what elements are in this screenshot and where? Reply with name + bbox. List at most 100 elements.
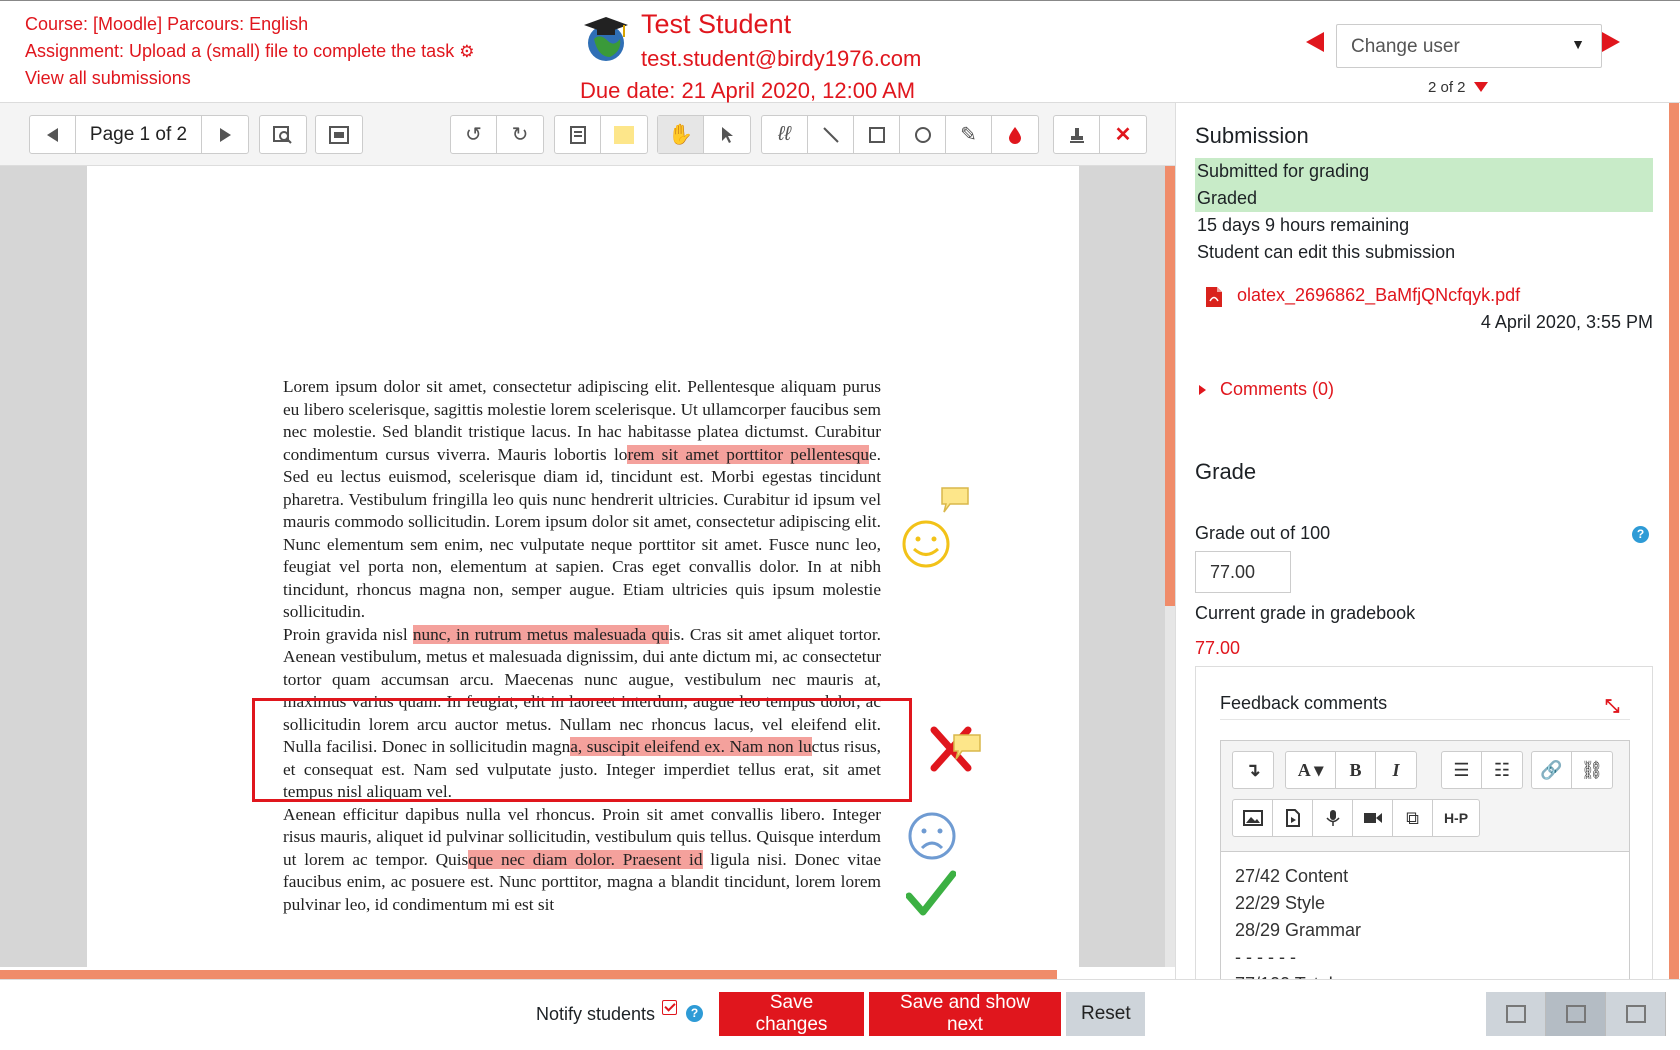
save-changes-button[interactable]: Save changes bbox=[719, 992, 864, 1036]
record-audio-button[interactable] bbox=[1313, 800, 1353, 836]
annotation-toolbar: Page 1 of 2 ↺ ↻ ✋ ℓℓ ✎ ✕ bbox=[0, 103, 1175, 166]
stamp-picker-button[interactable]: ✕ bbox=[1100, 116, 1146, 153]
unlink-button[interactable]: ⛓ bbox=[1572, 752, 1612, 788]
next-page-button[interactable] bbox=[202, 116, 248, 153]
expand-comments-button[interactable] bbox=[316, 116, 362, 153]
assignment-link[interactable]: Assignment: Upload a (small) file to com… bbox=[25, 41, 474, 61]
rotate-group: ↺ ↻ bbox=[450, 115, 544, 154]
layout-toggle bbox=[1486, 992, 1666, 1036]
tick-stamp-icon[interactable] bbox=[906, 870, 956, 918]
collapse-grade-panel-button[interactable] bbox=[1486, 992, 1546, 1036]
stamp-button[interactable] bbox=[1054, 116, 1100, 153]
fullscreen-icon[interactable]: ⤡ bbox=[1605, 696, 1619, 717]
oval-button[interactable] bbox=[900, 116, 946, 153]
course-link[interactable]: Course: [Moodle] Parcours: English bbox=[25, 14, 308, 34]
insert-h5p-button[interactable]: H-P bbox=[1433, 800, 1479, 836]
line-button[interactable] bbox=[808, 116, 854, 153]
footer-bar: Notify students ? Save changes Save and … bbox=[0, 979, 1680, 1050]
comments-label: Comments (0) bbox=[1220, 379, 1335, 399]
triangle-right-icon bbox=[220, 127, 231, 142]
submission-heading: Submission bbox=[1195, 123, 1309, 148]
comments-toggle[interactable]: Comments (0) bbox=[1199, 379, 1334, 400]
arrow-down-icon: ↴ bbox=[1245, 759, 1261, 780]
feedback-line: 27/42 Content bbox=[1235, 866, 1349, 886]
feedback-line: 22/29 Style bbox=[1235, 893, 1326, 913]
bold-icon: B bbox=[1349, 759, 1362, 780]
view-all-submissions-link[interactable]: View all submissions bbox=[25, 68, 191, 88]
italic-icon: I bbox=[1392, 759, 1400, 780]
bold-button[interactable]: B bbox=[1336, 752, 1376, 788]
file-link[interactable]: olatex_2696862_BaMfjQNcfqyk.pdf bbox=[1237, 285, 1520, 306]
select-button[interactable] bbox=[704, 116, 750, 153]
change-user-select[interactable]: Change user ▼ bbox=[1336, 24, 1602, 68]
user-count-label: 2 of 2 bbox=[1428, 79, 1466, 96]
document-area[interactable]: Lorem ipsum dolor sit amet, consectetur … bbox=[0, 166, 1175, 967]
search-comments-group bbox=[259, 115, 307, 154]
smiley-stamp-icon[interactable] bbox=[899, 512, 957, 570]
scrollbar-thumb[interactable] bbox=[1165, 166, 1175, 606]
paragraph-styles-button[interactable]: A ▾ bbox=[1286, 752, 1336, 788]
rotate-right-button[interactable]: ↻ bbox=[497, 116, 543, 153]
record-video-button[interactable] bbox=[1353, 800, 1393, 836]
comment-bubble-icon[interactable] bbox=[952, 733, 982, 761]
insert-image-button[interactable] bbox=[1233, 800, 1273, 836]
collapse-review-panel-button[interactable] bbox=[1606, 992, 1666, 1036]
comment-button[interactable] bbox=[555, 116, 601, 153]
panel-scrollbar[interactable] bbox=[1669, 103, 1679, 979]
annotation-colour-button[interactable] bbox=[992, 116, 1038, 153]
rectangle-icon bbox=[868, 126, 885, 143]
h5p-icon: H-P bbox=[1443, 810, 1469, 826]
grade-input[interactable] bbox=[1195, 551, 1291, 593]
document-vertical-scrollbar[interactable] bbox=[1165, 166, 1175, 967]
document-horizontal-scrollbar[interactable] bbox=[0, 967, 1175, 979]
highlight-annotation[interactable]: rem sit amet porttitor pellentesqu bbox=[627, 444, 870, 464]
document-text: Lorem ipsum dolor sit amet, consectetur … bbox=[283, 376, 881, 916]
insert-media-button[interactable] bbox=[1273, 800, 1313, 836]
rectangle-button[interactable] bbox=[854, 116, 900, 153]
show-more-buttons[interactable]: ↴ bbox=[1233, 752, 1273, 788]
italic-button[interactable]: I bbox=[1376, 752, 1416, 788]
gear-icon[interactable]: ⚙ bbox=[459, 42, 474, 61]
sad-face-stamp-icon[interactable] bbox=[906, 808, 958, 860]
highlight-annotation[interactable]: que nec diam dolor. Praesent id bbox=[468, 849, 703, 869]
unordered-list-button[interactable]: ☰ bbox=[1442, 752, 1482, 788]
highlight-button[interactable]: ✎ bbox=[946, 116, 992, 153]
filter-icon[interactable] bbox=[1473, 82, 1488, 92]
link-button[interactable]: 🔗 bbox=[1532, 752, 1572, 788]
rectangle-annotation[interactable] bbox=[252, 698, 912, 802]
pen-button[interactable]: ℓℓ bbox=[762, 116, 808, 153]
rotate-left-button[interactable]: ↺ bbox=[451, 116, 497, 153]
cursor-icon bbox=[722, 126, 733, 143]
feedback-editor-content[interactable]: 27/42 Content 22/29 Style 28/29 Grammar … bbox=[1235, 863, 1361, 979]
previous-user-arrow-icon[interactable] bbox=[1306, 32, 1324, 52]
save-and-show-next-button[interactable]: Save and show next bbox=[869, 992, 1061, 1036]
rotate-right-icon: ↻ bbox=[511, 124, 529, 146]
reset-button[interactable]: Reset bbox=[1066, 992, 1145, 1036]
page-select[interactable]: Page 1 of 2 bbox=[76, 116, 202, 153]
ordered-list-button[interactable]: ☷ bbox=[1482, 752, 1522, 788]
numbered-list-icon: ☷ bbox=[1493, 759, 1511, 780]
search-comments-button[interactable] bbox=[260, 116, 306, 153]
triangle-left-icon bbox=[46, 127, 58, 142]
comment-bubble-icon[interactable] bbox=[940, 486, 970, 514]
next-user-arrow-icon[interactable] bbox=[1602, 32, 1620, 52]
help-icon[interactable]: ? bbox=[1632, 526, 1649, 543]
manage-files-button[interactable]: ⧉ bbox=[1393, 800, 1433, 836]
current-grade-label: Current grade in gradebook bbox=[1195, 603, 1416, 623]
grade-out-of-label: Grade out of 100 bbox=[1195, 523, 1331, 543]
highlight-annotation[interactable]: nunc, in rutrum metus malesuada qu bbox=[412, 624, 669, 644]
scrollbar-thumb[interactable] bbox=[0, 970, 1057, 979]
comment-colour-button[interactable] bbox=[601, 116, 647, 153]
notify-students-checkbox[interactable] bbox=[662, 1000, 677, 1015]
help-icon[interactable]: ? bbox=[686, 1005, 703, 1022]
previous-page-button[interactable] bbox=[30, 116, 76, 153]
time-remaining: 15 days 9 hours remaining bbox=[1197, 215, 1410, 235]
toolbar-group: A ▾ B I bbox=[1285, 751, 1417, 789]
search-comments-icon bbox=[273, 125, 292, 144]
bullet-list-icon: ☰ bbox=[1453, 759, 1470, 780]
pan-button[interactable]: ✋ bbox=[658, 116, 704, 153]
media-icon bbox=[1285, 809, 1300, 827]
header-bar: Course: [Moodle] Parcours: English Assig… bbox=[0, 0, 1680, 103]
feedback-editor: ↴ A ▾ B I ☰ ☷ 🔗 ⛓ ⧉ H-P 27/42 Content 22… bbox=[1220, 740, 1630, 979]
default-layout-button[interactable] bbox=[1546, 992, 1606, 1036]
